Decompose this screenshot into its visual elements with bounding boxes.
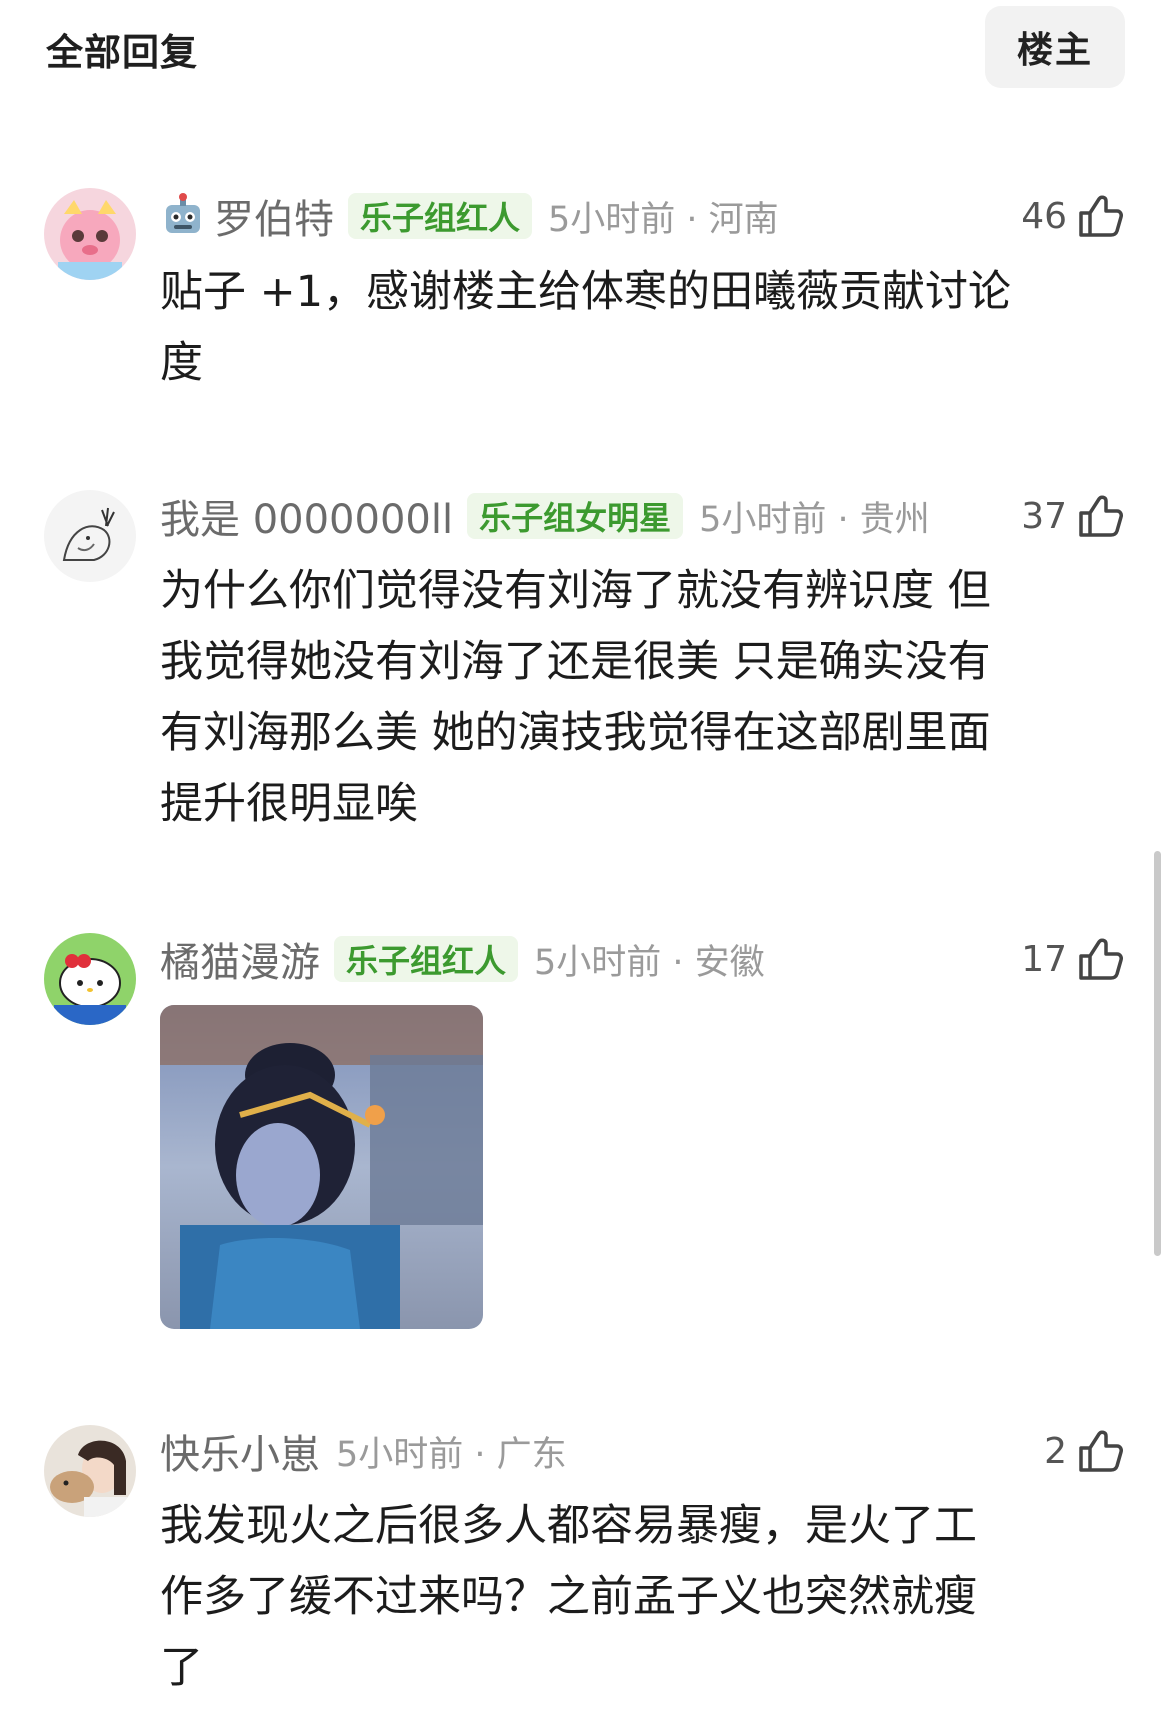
reply-text: 贴子 +1，感谢楼主给体寒的田曦薇贡献讨论 度 (160, 267, 1012, 388)
like-button[interactable]: 17 (1021, 933, 1125, 985)
reply-meta: 我是 0000000ll 乐子组女明星 5小时前 · 贵州 (160, 487, 930, 545)
robot-emoji-icon (160, 193, 206, 239)
username[interactable]: 快乐小崽 (160, 1422, 320, 1480)
reply-meta: 快乐小崽 5小时前 · 广东 (160, 1422, 567, 1480)
scrollbar[interactable] (1154, 851, 1161, 1256)
username[interactable]: 橘猫漫游 (160, 930, 320, 988)
page-title: 全部回复 (46, 31, 198, 74)
like-count: 46 (1021, 195, 1067, 237)
reply-meta: 罗伯特 乐子组红人 5小时前 · 河南 (160, 187, 779, 245)
thumbs-up-icon (1079, 195, 1123, 237)
user-badge: 乐子组女明星 (467, 493, 684, 539)
username[interactable]: 罗伯特 (214, 187, 334, 245)
like-count: 17 (1021, 938, 1067, 980)
op-only-filter-button[interactable]: 楼主 (985, 6, 1125, 88)
reply-text: 我发现火之后很多人都容易暴瘦，是火了工 作多了缓不过来吗？之前孟子义也突然就瘦 … (160, 1501, 977, 1693)
like-button[interactable]: 46 (1021, 190, 1125, 242)
avatar[interactable] (44, 188, 136, 280)
time-location: 5小时前 · 安徽 (534, 942, 765, 983)
username[interactable]: 我是 0000000ll (160, 487, 453, 545)
avatar[interactable] (44, 933, 136, 1025)
reply-meta: 橘猫漫游 乐子组红人 5小时前 · 安徽 (160, 930, 765, 988)
thumbs-up-icon (1079, 1430, 1123, 1472)
avatar[interactable] (44, 1425, 136, 1517)
avatar[interactable] (44, 490, 136, 582)
user-badge: 乐子组红人 (348, 193, 533, 239)
time-location: 5小时前 · 河南 (548, 199, 779, 240)
thumbs-up-icon (1079, 495, 1123, 537)
like-button[interactable]: 2 (1044, 1425, 1125, 1477)
time-location: 5小时前 · 广东 (336, 1434, 567, 1475)
costume-drama-still-image[interactable] (160, 1005, 483, 1329)
user-badge: 乐子组红人 (334, 936, 519, 982)
like-count: 37 (1021, 495, 1067, 537)
thumbs-up-icon (1079, 938, 1123, 980)
like-button[interactable]: 37 (1021, 490, 1125, 542)
like-count: 2 (1044, 1430, 1067, 1472)
reply-text: 为什么你们觉得没有刘海了就没有辨识度 但 我觉得她没有刘海了还是很美 只是确实没… (160, 566, 991, 829)
time-location: 5小时前 · 贵州 (699, 499, 930, 540)
